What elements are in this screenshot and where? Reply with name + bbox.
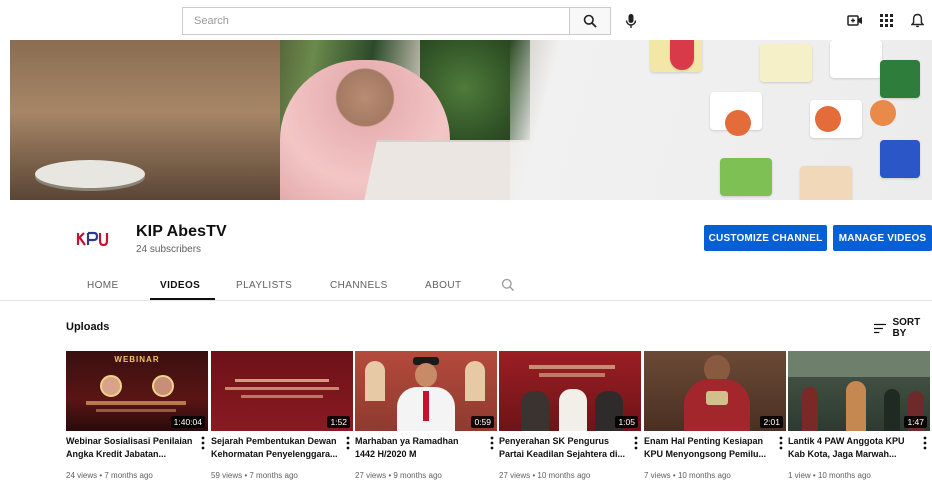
create-video-button[interactable] xyxy=(844,9,866,31)
more-vert-icon xyxy=(346,436,350,450)
video-item[interactable]: WEBINAR 1:40:04 Webinar Sosialisasi Peni… xyxy=(66,351,210,480)
video-menu-button[interactable] xyxy=(198,435,208,451)
search-icon xyxy=(583,14,597,28)
video-duration: 1:40:04 xyxy=(170,416,205,428)
video-title[interactable]: Penyerahan SK Pengurus Partai Keadilan S… xyxy=(499,435,627,461)
top-bar xyxy=(0,0,932,40)
video-meta: 7 views • 10 months ago xyxy=(644,471,731,480)
video-title[interactable]: Lantik 4 PAW Anggota KPU Kab Kota, Jaga … xyxy=(788,435,916,461)
video-item[interactable]: 1:05 Penyerahan SK Pengurus Partai Keadi… xyxy=(499,351,643,480)
tab-playlists[interactable]: PLAYLISTS xyxy=(236,280,292,291)
video-thumbnail[interactable]: 1:05 xyxy=(499,351,641,431)
sort-by-label: SORT BY xyxy=(892,317,921,339)
video-thumbnail[interactable]: 1:52 xyxy=(211,351,353,431)
microphone-icon xyxy=(625,14,637,28)
video-duration: 0:59 xyxy=(471,416,494,428)
video-age: 10 months ago xyxy=(817,471,871,480)
video-thumbnail[interactable]: 0:59 xyxy=(355,351,497,431)
video-menu-button[interactable] xyxy=(776,435,786,451)
tab-home[interactable]: HOME xyxy=(87,280,119,291)
manage-videos-button[interactable]: MANAGE VIDEOS xyxy=(833,225,932,251)
video-duration: 1:52 xyxy=(327,416,350,428)
tab-channels[interactable]: CHANNELS xyxy=(330,280,388,291)
search-box[interactable] xyxy=(182,7,569,35)
bell-icon xyxy=(910,13,924,27)
sort-by-button[interactable]: SORT BY xyxy=(874,317,932,339)
video-meta: 1 view • 10 months ago xyxy=(788,471,871,480)
sort-icon xyxy=(874,323,887,333)
video-duration: 1:05 xyxy=(615,416,638,428)
video-thumbnail[interactable]: WEBINAR 1:40:04 xyxy=(66,351,208,431)
video-meta: 27 views • 9 months ago xyxy=(355,471,442,480)
video-age: 10 months ago xyxy=(537,471,591,480)
video-views: 27 views xyxy=(499,471,531,480)
video-duration: 1:47 xyxy=(904,416,927,428)
video-title[interactable]: Sejarah Pembentukan Dewan Kehormatan Pen… xyxy=(211,435,339,461)
more-vert-icon xyxy=(923,436,927,450)
video-meta: 27 views • 10 months ago xyxy=(499,471,591,480)
channel-banner xyxy=(10,40,932,200)
channel-name: KIP AbesTV xyxy=(136,223,227,240)
video-item[interactable]: 2:01 Enam Hal Penting Kesiapan KPU Menyo… xyxy=(644,351,788,480)
video-thumbnail[interactable]: 2:01 xyxy=(644,351,786,431)
channel-logo[interactable] xyxy=(74,230,110,248)
search-button[interactable] xyxy=(569,7,611,35)
section-title: Uploads xyxy=(66,321,110,333)
apps-grid-icon xyxy=(879,13,893,27)
video-age: 7 months ago xyxy=(249,471,298,480)
video-item[interactable]: 0:59 Marhaban ya Ramadhan 1442 H/2020 M … xyxy=(355,351,499,480)
subscriber-count: 24 subscribers xyxy=(136,244,202,255)
video-title[interactable]: Marhaban ya Ramadhan 1442 H/2020 M xyxy=(355,435,483,461)
apps-button[interactable] xyxy=(875,9,897,31)
search-input[interactable] xyxy=(192,14,569,28)
kpu-logo-icon xyxy=(76,231,109,247)
channel-search-button[interactable] xyxy=(501,278,515,292)
video-age: 9 months ago xyxy=(393,471,442,480)
voice-search-button[interactable] xyxy=(620,9,642,33)
video-views: 1 view xyxy=(788,471,811,480)
video-age: 7 months ago xyxy=(104,471,153,480)
video-item[interactable]: 1:47 Lantik 4 PAW Anggota KPU Kab Kota, … xyxy=(788,351,932,480)
video-views: 27 views xyxy=(355,471,387,480)
tabs-divider xyxy=(0,300,932,301)
create-video-icon xyxy=(847,14,862,26)
video-menu-button[interactable] xyxy=(343,435,353,451)
notifications-button[interactable] xyxy=(906,9,928,31)
more-vert-icon xyxy=(779,436,783,450)
video-title[interactable]: Enam Hal Penting Kesiapan KPU Menyongson… xyxy=(644,435,772,461)
search-icon xyxy=(501,278,514,291)
more-vert-icon xyxy=(490,436,494,450)
video-views: 59 views xyxy=(211,471,243,480)
more-vert-icon xyxy=(201,436,205,450)
video-menu-button[interactable] xyxy=(631,435,641,451)
video-menu-button[interactable] xyxy=(487,435,497,451)
video-views: 24 views xyxy=(66,471,98,480)
customize-channel-button[interactable]: CUSTOMIZE CHANNEL xyxy=(704,225,827,251)
thumbnail-text: WEBINAR xyxy=(114,355,160,364)
tab-videos[interactable]: VIDEOS xyxy=(160,280,200,291)
video-duration: 2:01 xyxy=(760,416,783,428)
tab-about[interactable]: ABOUT xyxy=(425,280,461,291)
video-meta: 24 views • 7 months ago xyxy=(66,471,153,480)
video-menu-button[interactable] xyxy=(920,435,930,451)
video-title[interactable]: Webinar Sosialisasi Penilaian Angka Kred… xyxy=(66,435,194,461)
banner-plate xyxy=(35,160,145,188)
video-views: 7 views xyxy=(644,471,671,480)
video-meta: 59 views • 7 months ago xyxy=(211,471,298,480)
video-thumbnail[interactable]: 1:47 xyxy=(788,351,930,431)
video-item[interactable]: 1:52 Sejarah Pembentukan Dewan Kehormata… xyxy=(211,351,355,480)
video-age: 10 months ago xyxy=(677,471,731,480)
banner-ballot-cards xyxy=(510,40,932,200)
more-vert-icon xyxy=(634,436,638,450)
